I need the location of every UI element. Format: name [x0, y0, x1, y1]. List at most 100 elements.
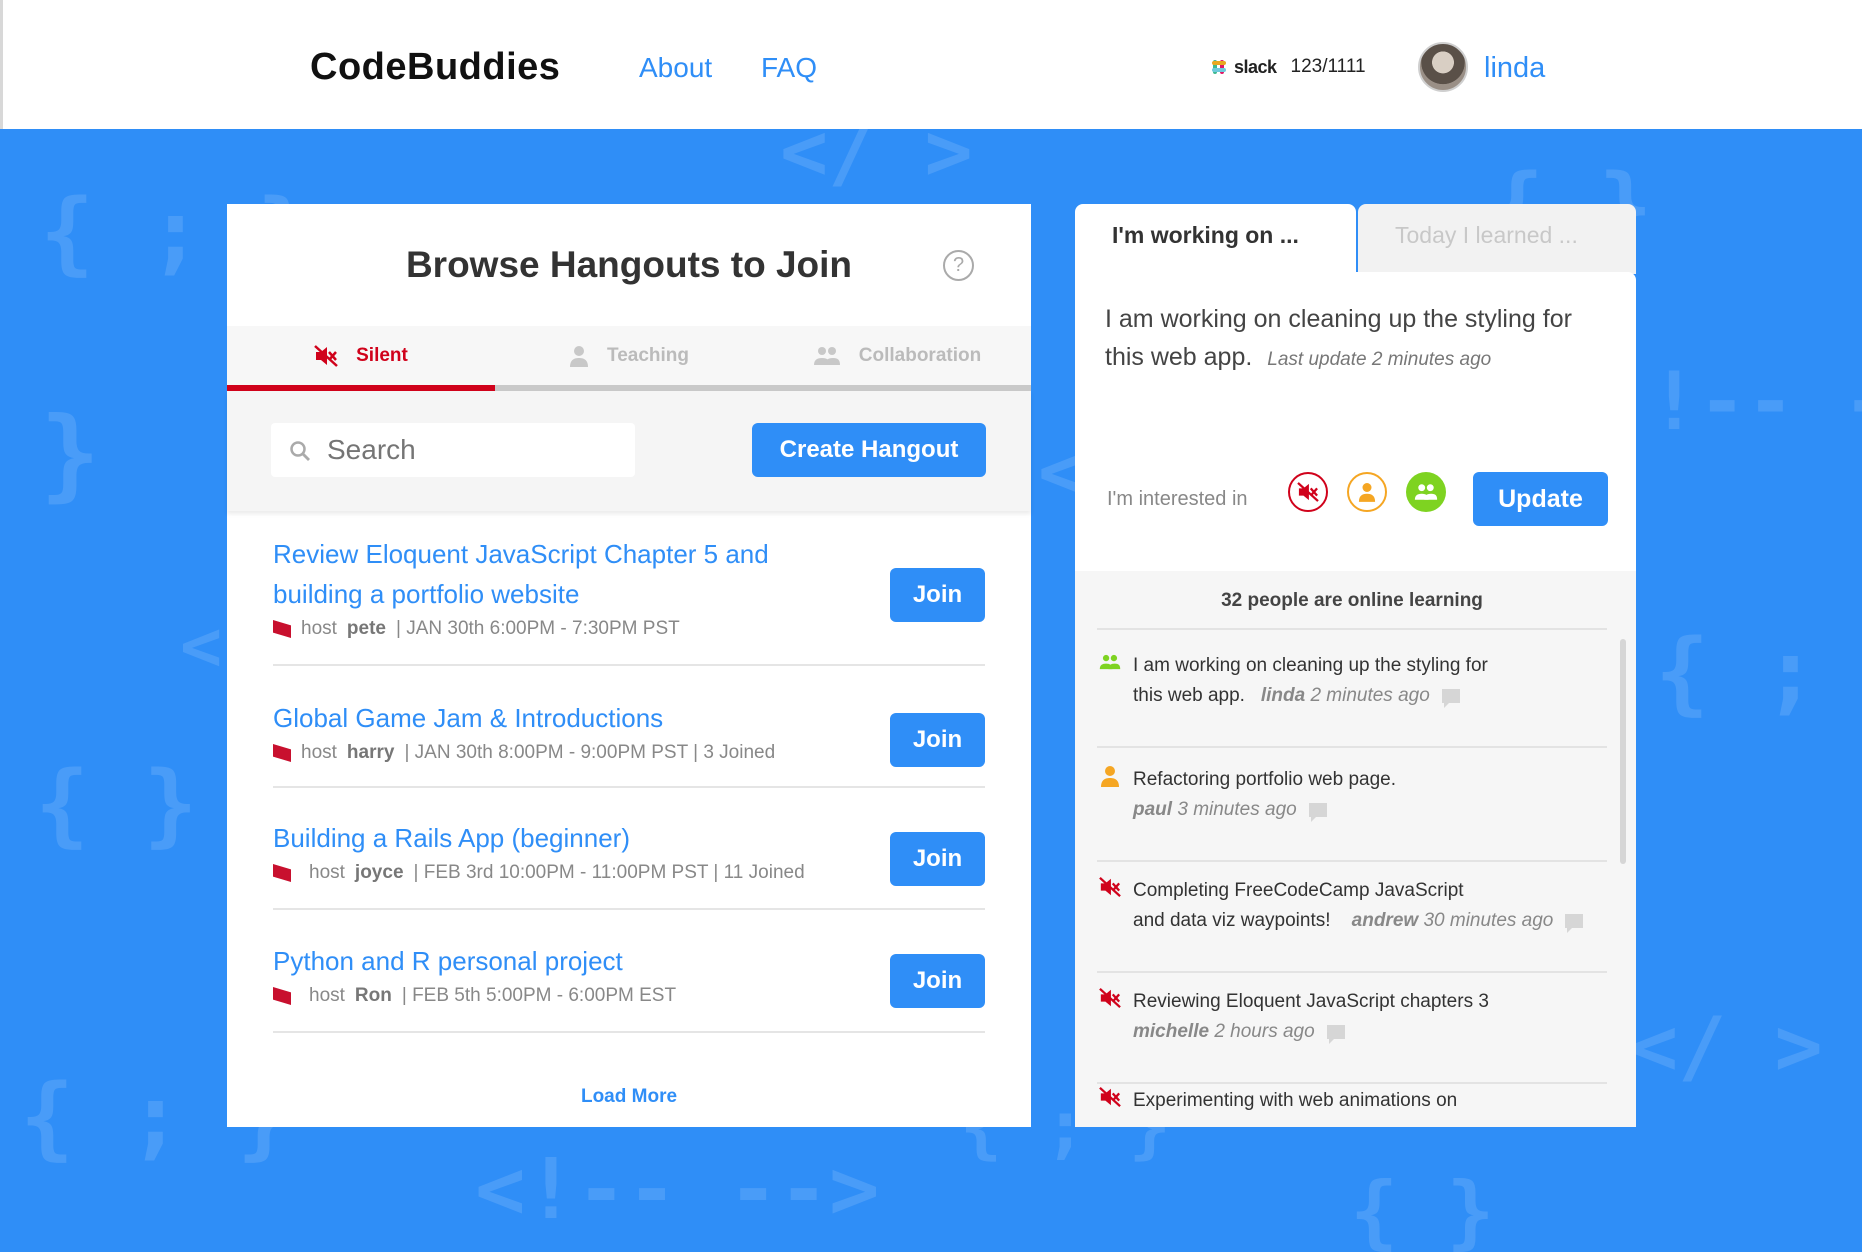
- interest-collaboration-toggle[interactable]: [1406, 472, 1446, 512]
- feed-user[interactable]: paul: [1133, 799, 1172, 820]
- slack-icon: [1210, 58, 1228, 76]
- silent-flag-icon: [273, 620, 291, 638]
- hangout-meta: host harry | JAN 30th 8:00PM - 9:00PM PS…: [273, 742, 985, 764]
- tab-label: Teaching: [607, 344, 689, 366]
- host-name: harry: [346, 742, 395, 763]
- tab-today-i-learned[interactable]: Today I learned ...: [1358, 204, 1636, 274]
- search-toolbar: Create Hangout: [227, 391, 1031, 511]
- tab-silent[interactable]: Silent: [227, 326, 495, 391]
- tab-label: Collaboration: [858, 344, 982, 366]
- host-prefix: host: [309, 985, 345, 1006]
- hangout-title-link[interactable]: Review Eloquent JavaScript Chapter 5 and…: [273, 534, 793, 614]
- hangout-item: Python and R personal project host Ron |…: [273, 941, 985, 1033]
- feed-item: Experimenting with web animations on: [1097, 1086, 1607, 1127]
- feed-user[interactable]: andrew: [1352, 910, 1419, 931]
- hangout-title-link[interactable]: Building a Rails App (beginner): [273, 818, 873, 858]
- hangout-item: Global Game Jam & Introductions host har…: [273, 698, 985, 788]
- comment-icon[interactable]: [1326, 1024, 1345, 1044]
- join-button[interactable]: Join: [890, 954, 985, 1008]
- feed-scrollbar[interactable]: [1620, 639, 1626, 864]
- username-link[interactable]: linda: [1484, 52, 1545, 85]
- comment-icon[interactable]: [1308, 802, 1327, 822]
- host-name: Ron: [354, 985, 392, 1006]
- hangout-schedule: | JAN 30th 6:00PM - 7:30PM PST: [396, 618, 680, 639]
- feed-time: 3 minutes ago: [1177, 799, 1297, 820]
- hangout-item: Review Eloquent JavaScript Chapter 5 and…: [273, 534, 985, 666]
- feed-text: Reviewing Eloquent JavaScript chapters 3…: [1133, 987, 1603, 1047]
- slack-status[interactable]: slack 123/1111: [1210, 56, 1366, 78]
- group-icon: [1414, 484, 1438, 500]
- person-icon: [570, 345, 588, 367]
- join-button[interactable]: Join: [890, 713, 985, 767]
- feed-item: Reviewing Eloquent JavaScript chapters 3…: [1097, 987, 1607, 1084]
- feed-item: Completing FreeCodeCamp JavaScript and d…: [1097, 876, 1607, 973]
- hangout-schedule: | JAN 30th 8:00PM - 9:00PM PST | 3 Joine…: [404, 742, 776, 763]
- feed-line: Experimenting with web animations on: [1133, 1090, 1458, 1111]
- bg-glyph: !-- --: [1650, 355, 1862, 448]
- hangout-schedule: | FEB 3rd 10:00PM - 11:00PM PST | 11 Joi…: [413, 862, 805, 883]
- status-body: I am working on cleaning up the styling …: [1075, 272, 1636, 571]
- hangout-meta: host joyce | FEB 3rd 10:00PM - 11:00PM P…: [273, 862, 985, 884]
- feed-line: I am working on cleaning up the styling …: [1133, 655, 1488, 676]
- host-name: joyce: [354, 862, 404, 883]
- online-learners-feed: 32 people are online learning I am worki…: [1075, 571, 1636, 1127]
- person-icon: [1358, 483, 1376, 502]
- load-more-link[interactable]: Load More: [227, 1086, 1031, 1108]
- feed-user[interactable]: michelle: [1133, 1021, 1209, 1042]
- feed-time: 2 hours ago: [1214, 1021, 1315, 1042]
- group-icon: [1099, 654, 1121, 670]
- nav-faq-link[interactable]: FAQ: [761, 52, 817, 84]
- page-title: Browse Hangouts to Join: [405, 244, 853, 285]
- tab-collaboration[interactable]: Collaboration: [763, 326, 1031, 391]
- feed-time: 30 minutes ago: [1423, 910, 1554, 931]
- feed-text: Completing FreeCodeCamp JavaScript and d…: [1133, 876, 1603, 936]
- hangout-title-link[interactable]: Python and R personal project: [273, 941, 873, 981]
- hangout-meta: host Ron | FEB 5th 5:00PM - 6:00PM EST: [273, 985, 985, 1007]
- feed-line: and data viz waypoints!: [1133, 910, 1331, 931]
- update-status-button[interactable]: Update: [1473, 472, 1608, 526]
- join-button[interactable]: Join: [890, 832, 985, 886]
- interest-teaching-toggle[interactable]: [1347, 472, 1387, 512]
- comment-icon[interactable]: [1441, 688, 1460, 708]
- search-input[interactable]: [271, 423, 635, 477]
- last-update-time: Last update 2 minutes ago: [1267, 349, 1492, 370]
- bg-glyph: { }: [1350, 1165, 1495, 1252]
- tab-label: Silent: [356, 344, 408, 366]
- tab-teaching[interactable]: Teaching: [495, 326, 763, 391]
- hangout-title-link[interactable]: Global Game Jam & Introductions: [273, 698, 873, 738]
- bg-glyph: <!-- -->: [475, 1140, 880, 1238]
- create-hangout-button[interactable]: Create Hangout: [752, 423, 986, 477]
- feed-user[interactable]: linda: [1261, 685, 1305, 706]
- bg-glyph: }: [40, 395, 101, 512]
- muted-speaker-icon: [314, 344, 338, 367]
- slack-member-count: 123/1111: [1290, 56, 1366, 77]
- hangout-type-tabs: Silent Teaching Collaboration: [227, 326, 1031, 391]
- person-icon: [1101, 766, 1119, 787]
- muted-speaker-icon: [1099, 987, 1121, 1009]
- feed-text: Experimenting with web animations on: [1133, 1086, 1603, 1116]
- avatar[interactable]: [1418, 42, 1468, 92]
- feed-line: Completing FreeCodeCamp JavaScript: [1133, 880, 1464, 901]
- feed-item: Refactoring portfolio web page. paul 3 m…: [1097, 765, 1607, 862]
- bg-glyph: </ >: [1630, 1000, 1823, 1093]
- host-prefix: host: [301, 618, 337, 639]
- muted-speaker-icon: [1297, 482, 1319, 502]
- bg-glyph: { }: [35, 752, 198, 857]
- site-logo[interactable]: CodeBuddies: [310, 46, 560, 89]
- interest-silent-toggle[interactable]: [1288, 472, 1328, 512]
- help-icon[interactable]: ?: [943, 250, 974, 281]
- status-panel: I'm working on ... Today I learned ... I…: [1075, 204, 1636, 1127]
- nav-about-link[interactable]: About: [639, 52, 712, 84]
- comment-icon[interactable]: [1565, 913, 1584, 933]
- tab-working-on[interactable]: I'm working on ...: [1075, 204, 1356, 274]
- host-prefix: host: [309, 862, 345, 883]
- join-button[interactable]: Join: [890, 568, 985, 622]
- feed-item: I am working on cleaning up the styling …: [1097, 651, 1607, 748]
- feed-text: Refactoring portfolio web page. paul 3 m…: [1133, 765, 1603, 825]
- silent-flag-icon: [273, 987, 291, 1005]
- current-status[interactable]: I am working on cleaning up the styling …: [1105, 300, 1605, 379]
- feed-text: I am working on cleaning up the styling …: [1133, 651, 1603, 711]
- top-navbar: CodeBuddies About FAQ slack 123/1111 lin…: [0, 0, 1862, 129]
- bg-glyph: { ; }: [1655, 620, 1862, 725]
- feed-line: Refactoring portfolio web page.: [1133, 769, 1396, 790]
